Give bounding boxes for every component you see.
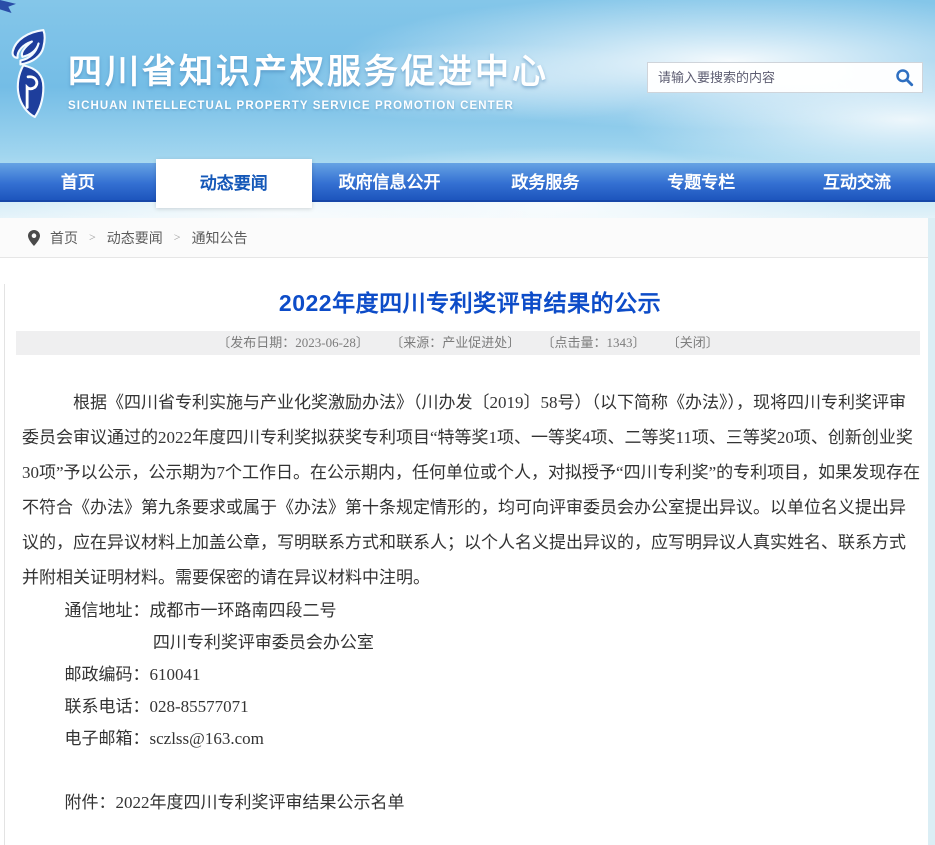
main-nav: 首页 动态要闻 政府信息公开 政务服务 专题专栏 互动交流 — [0, 163, 935, 202]
attachment-link[interactable]: 附件：2022年度四川专利奖评审结果公示名单 — [22, 787, 921, 819]
article-body: 根据《四川省专利实施与产业化奖激励办法》（川办发〔2019〕58号）（以下简称《… — [5, 355, 935, 845]
article: 2022年度四川专利奖评审结果的公示 〔发布日期：2023-06-28〕 〔来源… — [4, 284, 935, 845]
nav-item-gov-services[interactable]: 政务服务 — [467, 163, 623, 200]
site-title: 四川省知识产权服务促进中心 — [68, 44, 549, 93]
contact-office-line: 四川专利奖评审委员会办公室 — [22, 627, 921, 659]
search-box — [647, 62, 923, 93]
article-meta-bar: 〔发布日期：2023-06-28〕 〔来源：产业促进处〕 〔点击量：1343〕 … — [16, 331, 920, 355]
article-paragraph: 根据《四川省专利实施与产业化奖激励办法》（川办发〔2019〕58号）（以下简称《… — [22, 385, 921, 595]
meta-hit-count: 〔点击量：1343〕 — [541, 335, 645, 350]
meta-publish-date: 〔发布日期：2023-06-28〕 — [217, 335, 369, 350]
breadcrumb-separator: > — [174, 230, 181, 245]
search-icon — [895, 68, 914, 87]
site-title-block: 四川省知识产权服务促进中心 SICHUAN INTELLECTUAL PROPE… — [68, 44, 549, 112]
breadcrumb-home[interactable]: 首页 — [50, 228, 78, 248]
nav-item-gov-info[interactable]: 政府信息公开 — [312, 163, 468, 200]
breadcrumb-separator: > — [89, 230, 96, 245]
breadcrumb-notices[interactable]: 通知公告 — [192, 228, 248, 248]
meta-source: 〔来源：产业促进处〕 — [390, 335, 520, 350]
nav-item-news[interactable]: 动态要闻 — [156, 159, 312, 208]
breadcrumb: 首页 > 动态要闻 > 通知公告 — [0, 218, 935, 258]
meta-close-button[interactable]: 〔关闭〕 — [667, 335, 719, 350]
search-input[interactable] — [648, 63, 886, 92]
site-header: 四川省知识产权服务促进中心 SICHUAN INTELLECTUAL PROPE… — [0, 0, 935, 218]
contact-email-line: 电子邮箱：sczlss@163.com — [22, 723, 921, 755]
contact-postcode-line: 邮政编码：610041 — [22, 659, 921, 691]
contact-address-line: 通信地址：成都市一环路南四段二号 — [22, 595, 921, 627]
page-right-edge — [928, 218, 935, 845]
site-subtitle: SICHUAN INTELLECTUAL PROPERTY SERVICE PR… — [68, 100, 549, 112]
contact-phone-line: 联系电话：028-85577071 — [22, 691, 921, 723]
article-title: 2022年度四川专利奖评审结果的公示 — [5, 284, 935, 318]
breadcrumb-news[interactable]: 动态要闻 — [107, 228, 163, 248]
nav-item-interaction[interactable]: 互动交流 — [779, 163, 935, 200]
nav-item-home[interactable]: 首页 — [0, 163, 156, 200]
search-button[interactable] — [886, 63, 922, 92]
site-logo[interactable] — [9, 26, 51, 127]
torch-flame-p-logo-icon — [9, 26, 51, 122]
location-pin-icon — [28, 230, 40, 246]
nav-item-special-topics[interactable]: 专题专栏 — [623, 163, 779, 200]
corner-flame-decoration — [0, 0, 16, 13]
